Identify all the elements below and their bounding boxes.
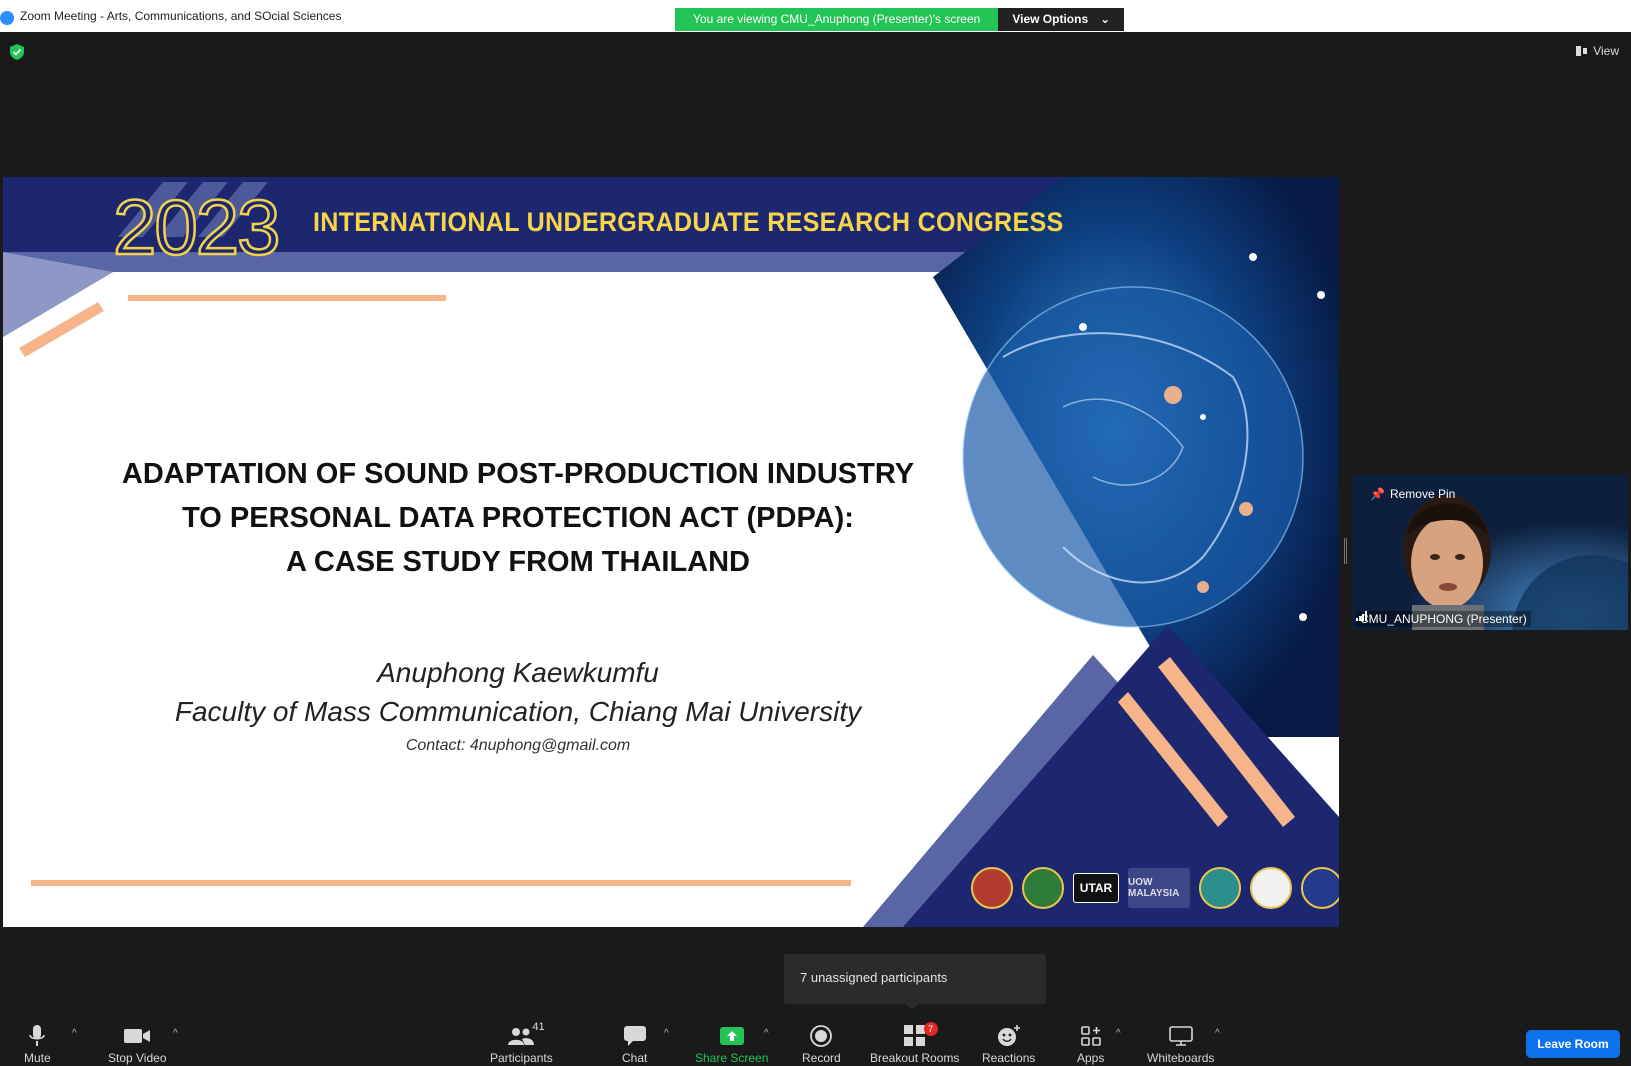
apps-options-chevron-icon[interactable]: ^ [1116, 1028, 1121, 1039]
chevron-down-icon: ⌄ [1100, 12, 1111, 26]
breakout-rooms-icon [903, 1025, 925, 1046]
whiteboard-icon [1168, 1026, 1193, 1046]
share-screen-label: Share Screen [695, 1051, 769, 1065]
window-title: Zoom Meeting - Arts, Communications, and… [20, 9, 342, 23]
breakout-rooms-button[interactable]: 7 Breakout Rooms [870, 1022, 960, 1065]
slide-title-line: TO PERSONAL DATA PROTECTION ACT (PDPA): [182, 502, 854, 534]
slide-faculty: Faculty of Mass Communication, Chiang Ma… [174, 696, 862, 727]
slide-contact: Contact: 4nuphong@gmail.com [405, 737, 631, 754]
utar-logo: UTAR [1073, 873, 1119, 903]
share-banner-message: You are viewing CMU_Anuphong (Presenter)… [675, 8, 999, 31]
university-seal-logo [1250, 867, 1292, 909]
participants-icon [508, 1028, 535, 1045]
whiteboards-button[interactable]: Whiteboards [1147, 1024, 1214, 1065]
mute-button[interactable]: Mute [24, 1024, 51, 1065]
presenter-video-tile[interactable]: 📌 Remove Pin CMU_ANUPHONG (Presenter) [1352, 475, 1628, 630]
slide-author: Anuphong Kaewkumfu [377, 657, 659, 688]
signal-strength-icon [1356, 611, 1367, 621]
video-camera-icon [124, 1029, 151, 1043]
chat-options-chevron-icon[interactable]: ^ [664, 1028, 669, 1039]
share-screen-button[interactable]: Share Screen [695, 1024, 768, 1065]
chat-icon [623, 1026, 646, 1046]
participant-name: CMU_ANUPHONG (Presenter) [1360, 612, 1527, 626]
record-button[interactable]: Record [802, 1024, 841, 1065]
apps-icon [1080, 1026, 1101, 1046]
slide-paper-title: ADAPTATION OF SOUND POST-PRODUCTION INDU… [43, 452, 993, 584]
apps-button[interactable]: Apps [1077, 1024, 1104, 1065]
microphone-icon [29, 1025, 46, 1046]
partner-logos: UTAR UOW MALAYSIA [971, 867, 1339, 909]
view-button[interactable]: View [1576, 44, 1619, 58]
title-bar: Zoom Meeting - Arts, Communications, and… [0, 0, 1631, 32]
whiteboards-options-chevron-icon[interactable]: ^ [1215, 1028, 1220, 1039]
shield-icon[interactable] [10, 44, 24, 60]
video-options-chevron-icon[interactable]: ^ [173, 1028, 178, 1039]
slide-title-line: ADAPTATION OF SOUND POST-PRODUCTION INDU… [121, 458, 915, 490]
university-crest-logo [1022, 867, 1064, 909]
stop-video-label: Stop Video [108, 1051, 167, 1065]
remove-pin-label: Remove Pin [1389, 487, 1456, 501]
view-options-label: View Options [1012, 12, 1089, 26]
stop-video-button[interactable]: Stop Video [108, 1024, 167, 1065]
slide-congress-title: INTERNATIONAL UNDERGRADUATE RESEARCH CON… [313, 207, 1064, 237]
breakout-rooms-badge: 7 [923, 1022, 938, 1036]
zoom-app-icon [0, 11, 14, 25]
whiteboards-label: Whiteboards [1147, 1051, 1215, 1065]
mute-label: Mute [24, 1051, 51, 1065]
view-options-button[interactable]: View Options ⌄ [998, 8, 1125, 31]
share-options-chevron-icon[interactable]: ^ [764, 1028, 769, 1039]
share-banner: You are viewing CMU_Anuphong (Presenter)… [675, 8, 1125, 31]
university-seal-logo [971, 867, 1013, 909]
apps-label: Apps [1077, 1051, 1105, 1065]
participants-button[interactable]: 41 Participants [490, 1021, 553, 1065]
participants-count: 41 [532, 1021, 545, 1033]
slide-year: 2023 [112, 182, 282, 273]
panel-resize-handle[interactable] [1344, 538, 1347, 564]
uow-malaysia-logo: UOW MALAYSIA [1128, 868, 1190, 908]
audio-options-chevron-icon[interactable]: ^ [72, 1028, 77, 1039]
pin-icon: 📌 [1370, 487, 1385, 501]
breakout-tooltip: 7 unassigned participants [784, 954, 1046, 1010]
chat-button[interactable]: Chat [622, 1024, 647, 1065]
view-label: View [1593, 44, 1619, 58]
remove-pin-button[interactable]: 📌 Remove Pin [1370, 487, 1455, 501]
view-layout-icon [1576, 46, 1588, 56]
breakout-rooms-label: Breakout Rooms [870, 1051, 960, 1065]
participants-label: Participants [490, 1051, 553, 1065]
participant-name-label: CMU_ANUPHONG (Presenter) [1356, 611, 1531, 627]
record-icon [810, 1025, 833, 1047]
chat-label: Chat [622, 1051, 648, 1065]
smiley-icon [997, 1025, 1020, 1046]
university-emblem-logo [1199, 867, 1241, 909]
meeting-toolbar: Mute ^ Stop Video ^ 41 Participants Chat… [0, 1016, 1631, 1066]
shared-screen-slide: 2023 INTERNATIONAL UNDERGRADUATE RESEARC… [3, 177, 1339, 927]
record-label: Record [802, 1051, 841, 1065]
slide-title-line: A CASE STUDY FROM THAILAND [286, 546, 750, 578]
university-seal-logo [1301, 867, 1339, 909]
leave-room-button[interactable]: Leave Room [1526, 1030, 1620, 1058]
share-screen-icon [719, 1027, 744, 1045]
reactions-label: Reactions [982, 1051, 1036, 1065]
reactions-button[interactable]: Reactions [982, 1024, 1035, 1065]
